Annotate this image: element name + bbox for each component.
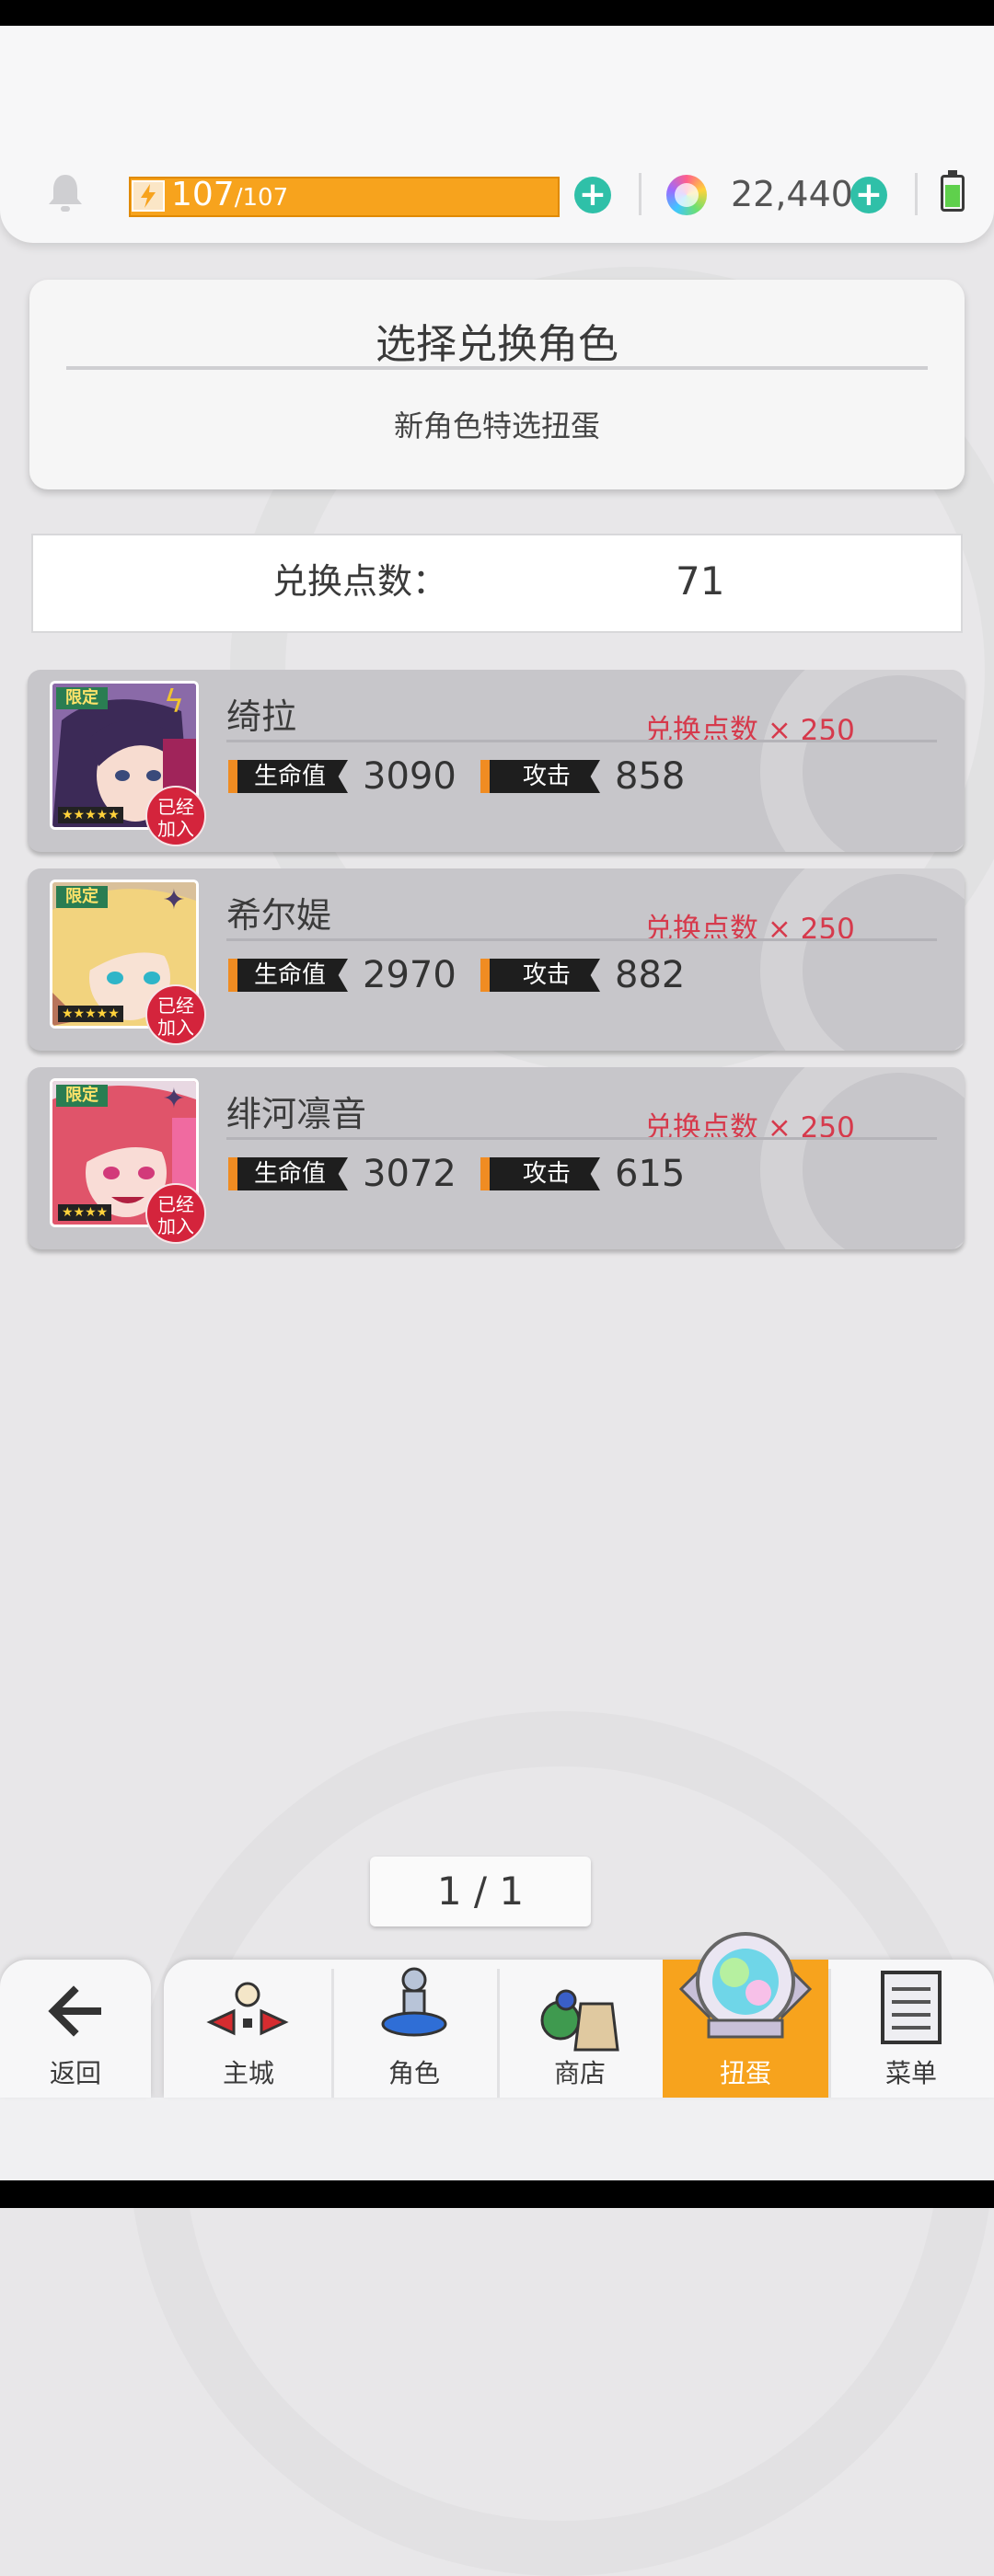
character-icon [381, 1967, 447, 2037]
attack-value: 615 [615, 1153, 686, 1195]
hp-label-text: 生命值 [254, 1160, 327, 1188]
divider [915, 173, 918, 215]
name-divider [226, 1137, 937, 1140]
hp-label: 生命值 [228, 760, 348, 793]
joined-badge-line1: 已经 [157, 1193, 194, 1215]
dark-star-icon: ✦ [162, 1083, 186, 1115]
joined-badge-line2: 加入 [157, 818, 194, 840]
battery-level [945, 185, 960, 207]
card-wheel-decoration [760, 868, 965, 1051]
nav-item-shop[interactable]: 商店 [497, 2053, 663, 2090]
hp-value: 3090 [363, 755, 457, 798]
title-divider [66, 366, 928, 370]
rarity-stars: ★★★★★ [58, 1006, 123, 1022]
bell-icon[interactable] [44, 171, 87, 213]
add-gems-button[interactable]: + [850, 177, 887, 213]
attack-label-text: 攻击 [523, 1160, 572, 1188]
attack-value: 882 [615, 954, 686, 996]
add-stamina-button[interactable]: + [574, 177, 611, 213]
hp-value: 2970 [363, 954, 457, 996]
joined-badge-line1: 已经 [157, 995, 194, 1017]
exchange-points-label: 兑换点数： [272, 561, 448, 602]
nav-item-gacha[interactable]: 扭蛋 [663, 2053, 828, 2090]
exchange-points-value: 71 [676, 558, 725, 604]
status-bar [0, 0, 994, 26]
joined-badge-line2: 加入 [157, 1215, 194, 1237]
lightning-icon [132, 180, 165, 212]
page-title: 选择兑换角色 [376, 321, 618, 368]
gem-icon-shine [675, 183, 699, 207]
gem-count: 22,440 [731, 174, 853, 214]
hp-label-text: 生命值 [254, 961, 327, 989]
nav-footer-strip [0, 2098, 994, 2180]
name-divider [226, 740, 937, 742]
character-name: 绮拉 [226, 696, 297, 737]
nav-item-main-city[interactable]: 主城 [166, 2053, 331, 2090]
exchange-points-box [31, 534, 963, 633]
limited-badge: 限定 [56, 687, 108, 709]
hp-value: 3072 [363, 1153, 457, 1195]
joined-badge-line2: 加入 [157, 1017, 194, 1039]
limited-badge: 限定 [56, 1085, 108, 1107]
shop-icon [540, 1989, 619, 2052]
character-name: 希尔媞 [226, 895, 332, 936]
nav-item-menu[interactable]: 菜单 [828, 2053, 994, 2090]
card-wheel-decoration [760, 670, 965, 852]
page-indicator-text: 1 / 1 [436, 1869, 525, 1914]
joined-badge: 已经 加入 [145, 786, 206, 846]
hp-label: 生命值 [228, 1157, 348, 1190]
menu-list-icon [881, 1971, 942, 2044]
limited-badge: 限定 [56, 886, 108, 908]
attack-label-text: 攻击 [523, 961, 572, 989]
card-wheel-decoration [760, 1067, 965, 1249]
gacha-subtitle: 新角色特选扭蛋 [393, 408, 600, 443]
attack-label: 攻击 [480, 959, 600, 992]
back-label: 返回 [49, 2058, 101, 2088]
joined-badge-line1: 已经 [157, 796, 194, 818]
attack-value: 858 [615, 755, 686, 798]
back-arrow-icon [48, 1985, 101, 2037]
attack-label-text: 攻击 [523, 763, 572, 790]
system-navigation-bar [0, 2180, 994, 2208]
dark-star-icon: ✦ [162, 884, 186, 916]
joined-badge: 已经 加入 [145, 984, 206, 1045]
stamina-max: /107 [234, 184, 289, 212]
stamina-value: 107/107 [171, 175, 288, 218]
castle-icon [206, 1982, 289, 2036]
attack-label: 攻击 [480, 760, 600, 793]
rarity-stars: ★★★★★ [58, 807, 123, 823]
divider [639, 173, 641, 215]
character-name: 绯河凛音 [226, 1094, 367, 1134]
rarity-stars: ★★★★ [58, 1204, 112, 1221]
hp-label-text: 生命值 [254, 763, 327, 790]
lightning-icon: ϟ [163, 684, 185, 720]
stamina-current: 107 [171, 176, 235, 213]
nav-item-characters[interactable]: 角色 [331, 2053, 497, 2090]
hp-label: 生命值 [228, 959, 348, 992]
joined-badge: 已经 加入 [145, 1183, 206, 1244]
attack-label: 攻击 [480, 1157, 600, 1190]
gacha-orb-icon [678, 1932, 813, 2039]
name-divider [226, 938, 937, 941]
